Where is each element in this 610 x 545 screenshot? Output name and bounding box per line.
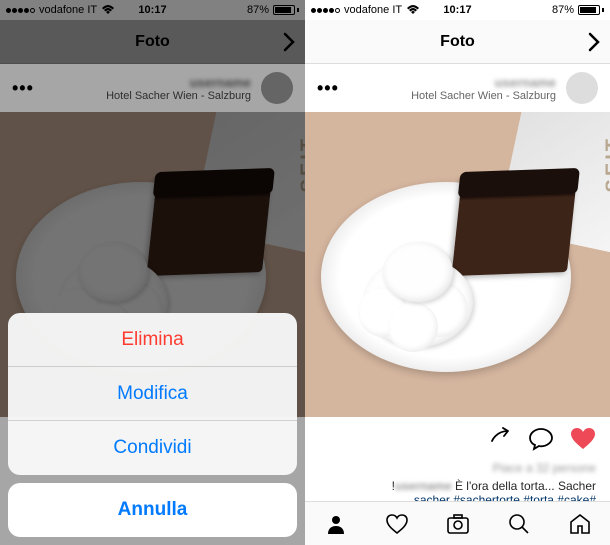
- wifi-icon: [406, 5, 420, 15]
- forward-icon[interactable]: [588, 32, 600, 52]
- share-button[interactable]: Condividi: [8, 421, 297, 475]
- profile-icon[interactable]: [324, 512, 348, 536]
- comment-icon[interactable]: [528, 427, 554, 451]
- status-bar: vodafone IT 10:17 87%: [305, 0, 610, 20]
- avatar[interactable]: [566, 72, 598, 104]
- post-header: username Hotel Sacher Wien - Salzburg ••…: [305, 64, 610, 112]
- likes-line[interactable]: Piace a 32 persone: [319, 461, 596, 475]
- battery-pct: 87%: [552, 4, 574, 16]
- share-icon[interactable]: [486, 427, 512, 451]
- action-sheet-overlay[interactable]: Elimina Modifica Condividi Annulla: [0, 0, 305, 545]
- more-icon[interactable]: •••: [317, 78, 339, 99]
- search-icon[interactable]: [507, 512, 531, 536]
- carrier-label: vodafone IT: [344, 4, 402, 16]
- post-location[interactable]: Hotel Sacher Wien - Salzburg: [349, 90, 556, 102]
- caption-username[interactable]: username: [395, 479, 452, 493]
- cancel-button[interactable]: Annulla: [8, 483, 297, 537]
- edit-button[interactable]: Modifica: [8, 367, 297, 421]
- like-icon[interactable]: [570, 427, 596, 451]
- delete-button[interactable]: Elimina: [8, 313, 297, 367]
- action-bar: [305, 417, 610, 461]
- camera-icon[interactable]: [446, 512, 470, 536]
- page-title: Foto: [440, 33, 475, 51]
- tab-bar: [305, 501, 610, 545]
- post-image[interactable]: SEIT: [305, 112, 610, 417]
- signal-icon: [311, 8, 340, 13]
- action-sheet: Elimina Modifica Condividi Annulla: [8, 313, 297, 537]
- home-icon[interactable]: [568, 512, 592, 536]
- clock: 10:17: [443, 4, 471, 16]
- nav-bar: Foto: [305, 20, 610, 64]
- post-username[interactable]: username: [349, 75, 556, 90]
- battery-icon: [578, 5, 604, 15]
- activity-icon[interactable]: [385, 512, 409, 536]
- napkin-text: SEIT: [602, 136, 610, 192]
